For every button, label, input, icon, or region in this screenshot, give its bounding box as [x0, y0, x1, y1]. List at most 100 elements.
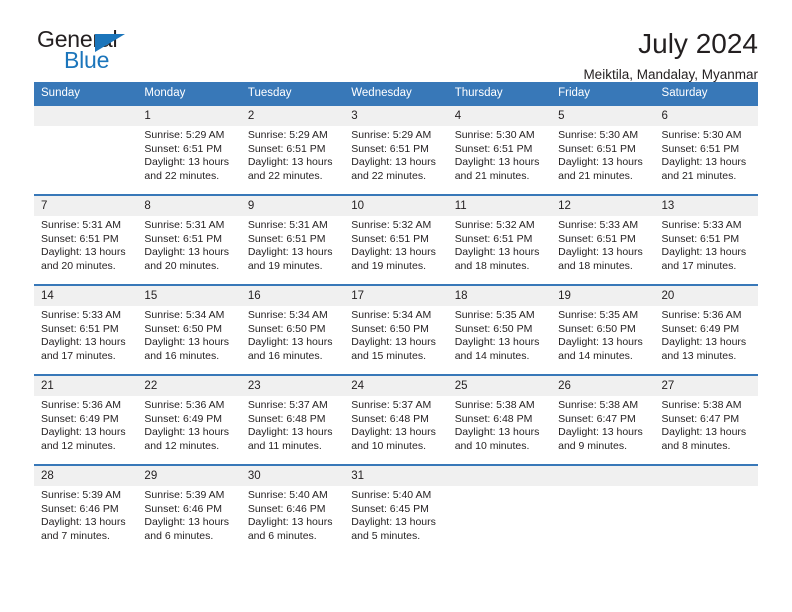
day-cell-inner: 28 Sunrise: 5:39 AM Sunset: 6:46 PM Dayligh…: [34, 466, 138, 555]
daylight-text-line2: and 13 minutes.: [661, 349, 737, 362]
day-cell-inner: 3 Sunrise: 5:29 AM Sunset: 6:51 PM Daylight…: [344, 106, 448, 194]
calendar-day-cell[interactable]: 3 Sunrise: 5:29 AM Sunset: 6:51 PM Daylight…: [344, 104, 448, 195]
sunrise-text: Sunrise: 5:34 AM: [247, 309, 328, 321]
day-cell-inner: 12 Sunrise: 5:33 AM Sunset: 6:51 PM Dayligh…: [551, 196, 655, 284]
day-cell-inner: [34, 106, 138, 194]
calendar-day-cell[interactable]: 9 Sunrise: 5:31 AM Sunset: 6:51 PM Daylight…: [240, 194, 345, 285]
day-number: 6: [654, 106, 758, 126]
day-number: [34, 106, 138, 126]
sunset-text: Sunset: 6:51 PM: [144, 142, 223, 155]
day-cell-inner: 30 Sunrise: 5:40 AM Sunset: 6:46 PM Dayligh…: [240, 466, 345, 555]
day-details: Sunrise: 5:30 AM Sunset: 6:51 PM Daylight:…: [655, 126, 758, 183]
sunset-text: Sunset: 6:48 PM: [247, 412, 326, 425]
daylight-text-line2: and 12 minutes.: [41, 439, 116, 452]
calendar-day-cell[interactable]: 23 Sunrise: 5:37 AM Sunset: 6:48 PM Dayligh…: [240, 374, 345, 465]
calendar-day-cell[interactable]: 19 Sunrise: 5:35 AM Sunset: 6:50 PM Dayligh…: [551, 284, 655, 375]
sunset-text: Sunset: 6:49 PM: [41, 412, 119, 425]
calendar-day-cell[interactable]: 21 Sunrise: 5:36 AM Sunset: 6:49 PM Dayligh…: [34, 374, 138, 465]
calendar-day-cell[interactable]: 1 Sunrise: 5:29 AM Sunset: 6:51 PM Daylight…: [137, 104, 241, 195]
daylight-text-line1: Daylight: 13 hours: [558, 246, 643, 259]
calendar-day-cell[interactable]: 17 Sunrise: 5:34 AM Sunset: 6:50 PM Dayligh…: [344, 284, 448, 375]
daylight-text-line1: Daylight: 13 hours: [144, 516, 230, 529]
calendar-day-cell[interactable]: 22 Sunrise: 5:36 AM Sunset: 6:49 PM Dayligh…: [137, 374, 241, 465]
sunrise-text: Sunrise: 5:38 AM: [661, 399, 742, 411]
calendar-day-cell[interactable]: 8 Sunrise: 5:31 AM Sunset: 6:51 PM Daylight…: [137, 194, 241, 285]
general-blue-logo[interactable]: General Blue: [34, 26, 184, 82]
sunrise-text: Sunrise: 5:35 AM: [558, 309, 639, 321]
day-cell-inner: 22 Sunrise: 5:36 AM Sunset: 6:49 PM Dayligh…: [137, 376, 241, 464]
day-number: 19: [551, 286, 655, 306]
daylight-text-line1: Daylight: 13 hours: [144, 156, 230, 169]
calendar-page: General Blue July 2024 Meiktila, Mandala…: [0, 0, 792, 612]
calendar-day-cell[interactable]: 25 Sunrise: 5:38 AM Sunset: 6:48 PM Dayligh…: [447, 374, 552, 465]
daylight-text-line1: Daylight: 13 hours: [41, 516, 126, 529]
daylight-text-line1: Daylight: 13 hours: [351, 336, 436, 349]
day-cell-inner: 25 Sunrise: 5:38 AM Sunset: 6:48 PM Dayligh…: [447, 376, 552, 464]
daylight-text-line1: Daylight: 13 hours: [454, 246, 540, 259]
sunset-text: Sunset: 6:51 PM: [558, 232, 636, 245]
sunrise-text: Sunrise: 5:29 AM: [351, 129, 432, 141]
calendar-day-cell[interactable]: 28 Sunrise: 5:39 AM Sunset: 6:46 PM Dayligh…: [34, 464, 138, 555]
day-number: [551, 466, 655, 486]
daylight-text-line2: and 10 minutes.: [351, 439, 426, 452]
daylight-text-line2: and 22 minutes.: [144, 169, 220, 182]
day-cell-inner: 4 Sunrise: 5:30 AM Sunset: 6:51 PM Daylight…: [447, 106, 552, 194]
sunrise-text: Sunrise: 5:33 AM: [41, 309, 121, 321]
calendar-day-cell[interactable]: 24 Sunrise: 5:37 AM Sunset: 6:48 PM Dayligh…: [344, 374, 448, 465]
day-cell-inner: 29 Sunrise: 5:39 AM Sunset: 6:46 PM Dayligh…: [137, 466, 241, 555]
calendar-day-cell[interactable]: 11 Sunrise: 5:32 AM Sunset: 6:51 PM Dayligh…: [447, 194, 552, 285]
calendar-day-cell[interactable]: 14 Sunrise: 5:33 AM Sunset: 6:51 PM Dayligh…: [34, 284, 138, 375]
calendar-week-row: 1 Sunrise: 5:29 AM Sunset: 6:51 PM Daylight…: [34, 104, 758, 195]
sunset-text: Sunset: 6:49 PM: [661, 322, 740, 335]
daylight-text-line1: Daylight: 13 hours: [661, 336, 747, 349]
calendar-day-cell[interactable]: 20 Sunrise: 5:36 AM Sunset: 6:49 PM Dayligh…: [654, 284, 758, 375]
calendar-day-cell[interactable]: 16 Sunrise: 5:34 AM Sunset: 6:50 PM Dayligh…: [240, 284, 345, 375]
calendar-day-cell[interactable]: 4 Sunrise: 5:30 AM Sunset: 6:51 PM Daylight…: [447, 104, 552, 195]
calendar-day-cell[interactable]: 7 Sunrise: 5:31 AM Sunset: 6:51 PM Daylight…: [34, 194, 138, 285]
daylight-text-line2: and 17 minutes.: [661, 259, 737, 272]
sunset-text: Sunset: 6:45 PM: [351, 502, 429, 515]
title-block: July 2024 Meiktila, Mandalay, Myanmar: [583, 26, 758, 85]
day-details: Sunrise: 5:34 AM Sunset: 6:50 PM Daylight:…: [344, 306, 447, 363]
calendar-day-cell[interactable]: 6 Sunrise: 5:30 AM Sunset: 6:51 PM Daylight…: [654, 104, 758, 195]
calendar-day-cell[interactable]: 18 Sunrise: 5:35 AM Sunset: 6:50 PM Dayligh…: [447, 284, 552, 375]
calendar-day-cell[interactable]: 5 Sunrise: 5:30 AM Sunset: 6:51 PM Daylight…: [551, 104, 655, 195]
sunrise-text: Sunrise: 5:30 AM: [454, 129, 535, 141]
sunset-text: Sunset: 6:51 PM: [454, 142, 533, 155]
day-details: Sunrise: 5:31 AM Sunset: 6:51 PM Daylight:…: [137, 216, 240, 273]
calendar-day-cell[interactable]: 29 Sunrise: 5:39 AM Sunset: 6:46 PM Dayligh…: [137, 464, 241, 555]
day-number: 8: [137, 196, 241, 216]
day-number: 20: [654, 286, 758, 306]
calendar-day-cell[interactable]: 31 Sunrise: 5:40 AM Sunset: 6:45 PM Dayligh…: [344, 464, 448, 555]
daylight-text-line2: and 10 minutes.: [454, 439, 530, 452]
sunset-text: Sunset: 6:48 PM: [351, 412, 429, 425]
day-number: 5: [551, 106, 655, 126]
sunset-text: Sunset: 6:51 PM: [558, 142, 636, 155]
day-details: Sunrise: 5:34 AM Sunset: 6:50 PM Daylight:…: [241, 306, 344, 363]
sunrise-text: Sunrise: 5:32 AM: [454, 219, 535, 231]
day-cell-inner: 20 Sunrise: 5:36 AM Sunset: 6:49 PM Dayligh…: [654, 286, 758, 374]
daylight-text-line2: and 18 minutes.: [454, 259, 530, 272]
sunset-text: Sunset: 6:50 PM: [351, 322, 429, 335]
calendar-empty-cell: [551, 464, 655, 555]
calendar-day-cell[interactable]: 30 Sunrise: 5:40 AM Sunset: 6:46 PM Dayligh…: [240, 464, 345, 555]
day-details: Sunrise: 5:30 AM Sunset: 6:51 PM Daylight:…: [448, 126, 551, 183]
daylight-text-line2: and 5 minutes.: [351, 529, 421, 542]
calendar-day-cell[interactable]: 10 Sunrise: 5:32 AM Sunset: 6:51 PM Dayligh…: [344, 194, 448, 285]
calendar-day-cell[interactable]: 12 Sunrise: 5:33 AM Sunset: 6:51 PM Dayligh…: [551, 194, 655, 285]
day-details: Sunrise: 5:35 AM Sunset: 6:50 PM Daylight:…: [551, 306, 654, 363]
calendar-day-cell[interactable]: 27 Sunrise: 5:38 AM Sunset: 6:47 PM Dayligh…: [654, 374, 758, 465]
calendar-day-cell[interactable]: 2 Sunrise: 5:29 AM Sunset: 6:51 PM Daylight…: [240, 104, 345, 195]
day-cell-inner: [654, 466, 758, 555]
daylight-text-line1: Daylight: 13 hours: [351, 156, 436, 169]
calendar-day-cell[interactable]: 26 Sunrise: 5:38 AM Sunset: 6:47 PM Dayligh…: [551, 374, 655, 465]
daylight-text-line1: Daylight: 13 hours: [247, 426, 333, 439]
calendar-day-cell[interactable]: 13 Sunrise: 5:33 AM Sunset: 6:51 PM Dayligh…: [654, 194, 758, 285]
calendar-day-cell[interactable]: 15 Sunrise: 5:34 AM Sunset: 6:50 PM Dayligh…: [137, 284, 241, 375]
day-number: 25: [447, 376, 552, 396]
weekday-header-tuesday: Tuesday: [240, 82, 345, 105]
sunrise-text: Sunrise: 5:39 AM: [41, 489, 121, 501]
sunrise-text: Sunrise: 5:37 AM: [247, 399, 328, 411]
day-number: 31: [344, 466, 448, 486]
daylight-text-line1: Daylight: 13 hours: [661, 426, 747, 439]
